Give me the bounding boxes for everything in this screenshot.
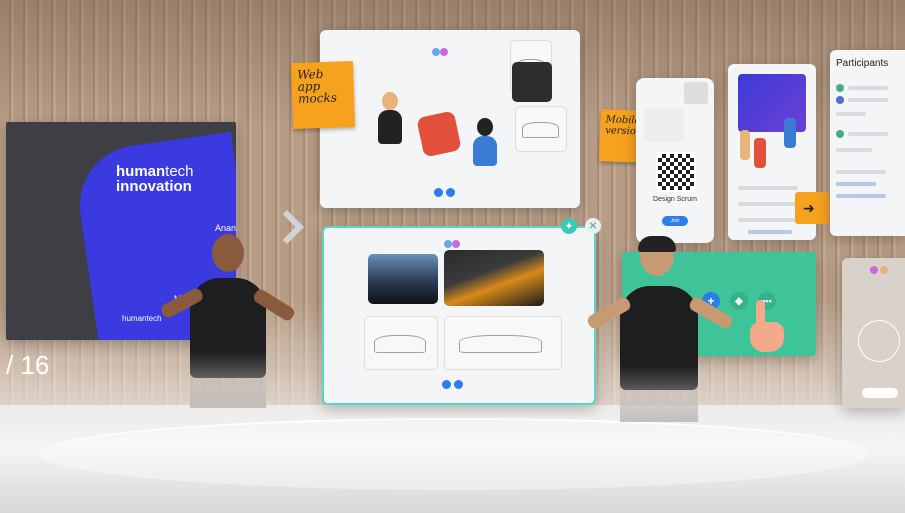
whiteboard-panel-main[interactable]: [322, 226, 596, 405]
slide-counter: / 16: [6, 350, 50, 380]
list-item[interactable]: [738, 218, 798, 222]
arrow-icon[interactable]: ➜: [795, 192, 829, 224]
mobile-title: Design Scrum: [653, 196, 697, 203]
slide-company: humantech: [122, 314, 162, 323]
whiteboard-panel-top[interactable]: [320, 30, 580, 208]
nav-button[interactable]: [454, 380, 463, 389]
nav-button[interactable]: [446, 188, 455, 197]
list-item[interactable]: [748, 230, 792, 234]
join-button[interactable]: Join: [662, 216, 688, 226]
participant-avatar: [836, 84, 844, 92]
participant-row[interactable]: [836, 194, 886, 198]
avatar-figure: [754, 138, 766, 168]
sketch-image[interactable]: [364, 316, 438, 370]
control-button[interactable]: [862, 388, 898, 398]
avatar-figure: [784, 118, 796, 148]
avatar-icon: [880, 266, 888, 274]
avatar-icon: [452, 240, 460, 248]
avatar-icon: [432, 48, 440, 56]
participant-row[interactable]: [848, 86, 888, 90]
target-icon: [858, 320, 900, 362]
participant-avatar: [836, 96, 844, 104]
mock-image: [684, 82, 708, 104]
avatar-icon: [444, 240, 452, 248]
participant-row[interactable]: [836, 170, 886, 174]
sticky-note-web[interactable]: Web app mocks: [290, 60, 356, 130]
participants-title: Participants: [836, 58, 889, 69]
sketch-thumbnail: [515, 106, 567, 152]
close-icon[interactable]: ✕: [585, 218, 601, 234]
avatar-figure: [740, 130, 750, 160]
list-item[interactable]: [738, 202, 798, 206]
nav-button[interactable]: [442, 380, 451, 389]
car-image[interactable]: [368, 254, 438, 304]
presenter-right: [585, 236, 736, 422]
participant-row[interactable]: [836, 148, 872, 152]
qr-code: [656, 152, 696, 192]
participant-row[interactable]: [836, 182, 876, 186]
mock-image: [644, 108, 684, 142]
list-item[interactable]: [738, 186, 798, 190]
pin-icon[interactable]: ✦: [561, 218, 577, 234]
avatar-icon: [870, 266, 878, 274]
presenter-left: [159, 232, 300, 410]
participants-panel[interactable]: Participants: [830, 50, 905, 236]
participant-row[interactable]: [848, 132, 888, 136]
participant-row[interactable]: [848, 98, 888, 102]
camera-panel[interactable]: [842, 258, 905, 408]
avatar-figure: [375, 92, 405, 162]
avatar-figure: [470, 118, 500, 188]
slide-brand: humantech innovation: [116, 164, 194, 194]
participant-avatar: [836, 130, 844, 138]
brand-innovation: innovation: [116, 178, 192, 195]
participant-row[interactable]: [836, 112, 866, 116]
floor-ring: [40, 418, 870, 490]
hand-pointer-icon: [748, 300, 788, 354]
nav-button[interactable]: [434, 188, 443, 197]
car-model: [416, 110, 462, 158]
car-thumbnail: [512, 62, 552, 102]
car-image[interactable]: [444, 250, 544, 306]
sketch-image[interactable]: [444, 316, 562, 370]
avatar-icon: [440, 48, 448, 56]
